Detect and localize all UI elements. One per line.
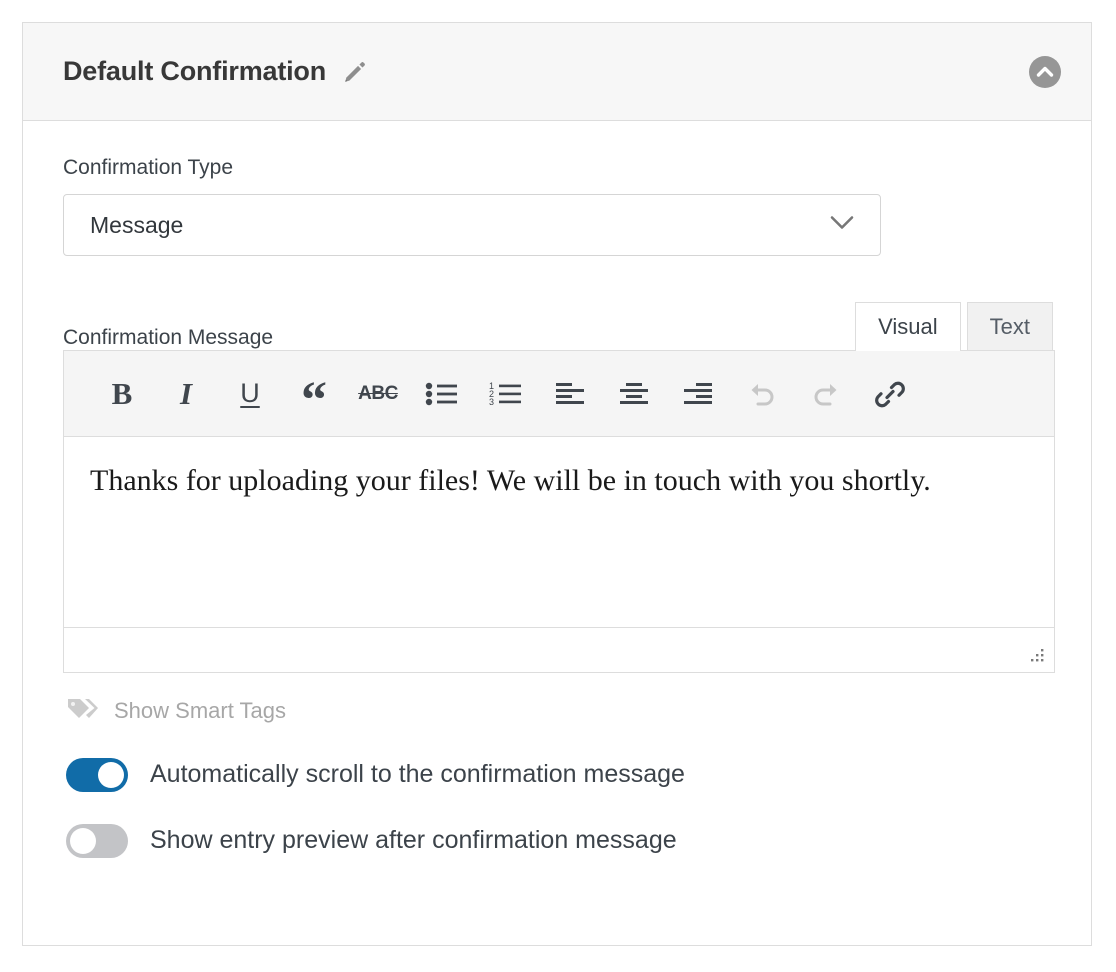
auto-scroll-toggle-row: Automatically scroll to the confirmation… bbox=[63, 758, 1053, 792]
bulleted-list-icon[interactable] bbox=[410, 365, 474, 423]
align-left-icon[interactable] bbox=[538, 365, 602, 423]
default-confirmation-panel: Default Confirmation Confirmation Type M… bbox=[22, 22, 1092, 946]
confirmation-type-label: Confirmation Type bbox=[63, 155, 1053, 180]
redo-icon[interactable] bbox=[794, 365, 858, 423]
svg-text:3: 3 bbox=[489, 397, 494, 407]
toggle-knob bbox=[98, 762, 124, 788]
editor-mode-tabs: Visual Text bbox=[849, 302, 1053, 350]
editor-status-bar bbox=[64, 627, 1054, 672]
toggle-knob bbox=[70, 828, 96, 854]
confirmation-type-select[interactable]: Message bbox=[63, 194, 881, 256]
align-center-icon[interactable] bbox=[602, 365, 666, 423]
italic-icon[interactable]: I bbox=[154, 365, 218, 423]
link-icon[interactable] bbox=[858, 365, 922, 423]
collapse-panel-button[interactable] bbox=[1029, 56, 1061, 88]
bold-glyph: B bbox=[112, 376, 133, 412]
confirmation-message-block: Confirmation Message Visual Text B I U “… bbox=[63, 290, 1053, 673]
undo-icon[interactable] bbox=[730, 365, 794, 423]
panel-header: Default Confirmation bbox=[23, 23, 1091, 121]
entry-preview-toggle-label: Show entry preview after confirmation me… bbox=[150, 827, 677, 855]
editor-toolbar: B I U “ ABC bbox=[64, 351, 1054, 437]
tab-text[interactable]: Text bbox=[967, 302, 1053, 350]
tags-icon bbox=[66, 695, 100, 726]
underline-icon[interactable]: U bbox=[218, 365, 282, 423]
confirmation-message-label-row: Confirmation Message Visual Text bbox=[63, 290, 1053, 350]
show-smart-tags-button[interactable]: Show Smart Tags bbox=[63, 695, 1053, 726]
confirmation-message-label: Confirmation Message bbox=[63, 325, 273, 350]
tab-visual[interactable]: Visual bbox=[855, 302, 961, 351]
blockquote-icon[interactable]: “ bbox=[282, 365, 346, 423]
wysiwyg-editor: B I U “ ABC bbox=[63, 350, 1055, 673]
confirmation-type-select-value: Message bbox=[63, 194, 881, 256]
auto-scroll-toggle[interactable] bbox=[66, 758, 128, 792]
bold-icon[interactable]: B bbox=[90, 365, 154, 423]
entry-preview-toggle[interactable] bbox=[66, 824, 128, 858]
underline-glyph: U bbox=[240, 378, 260, 409]
page-title: Default Confirmation bbox=[63, 56, 326, 87]
pencil-icon[interactable] bbox=[342, 59, 368, 85]
align-right-icon[interactable] bbox=[666, 365, 730, 423]
strikethrough-glyph: ABC bbox=[358, 383, 398, 405]
numbered-list-icon[interactable]: 1 2 3 bbox=[474, 365, 538, 423]
strikethrough-icon[interactable]: ABC bbox=[346, 365, 410, 423]
auto-scroll-toggle-label: Automatically scroll to the confirmation… bbox=[150, 761, 685, 789]
blockquote-glyph: “ bbox=[301, 398, 327, 403]
confirmation-message-editor-content[interactable]: Thanks for uploading your files! We will… bbox=[64, 437, 1054, 627]
italic-glyph: I bbox=[180, 376, 192, 412]
entry-preview-toggle-row: Show entry preview after confirmation me… bbox=[63, 824, 1053, 858]
panel-body: Confirmation Type Message Confirmation M… bbox=[23, 121, 1091, 858]
resize-grip-icon[interactable] bbox=[1028, 648, 1046, 666]
show-smart-tags-label: Show Smart Tags bbox=[114, 698, 286, 724]
